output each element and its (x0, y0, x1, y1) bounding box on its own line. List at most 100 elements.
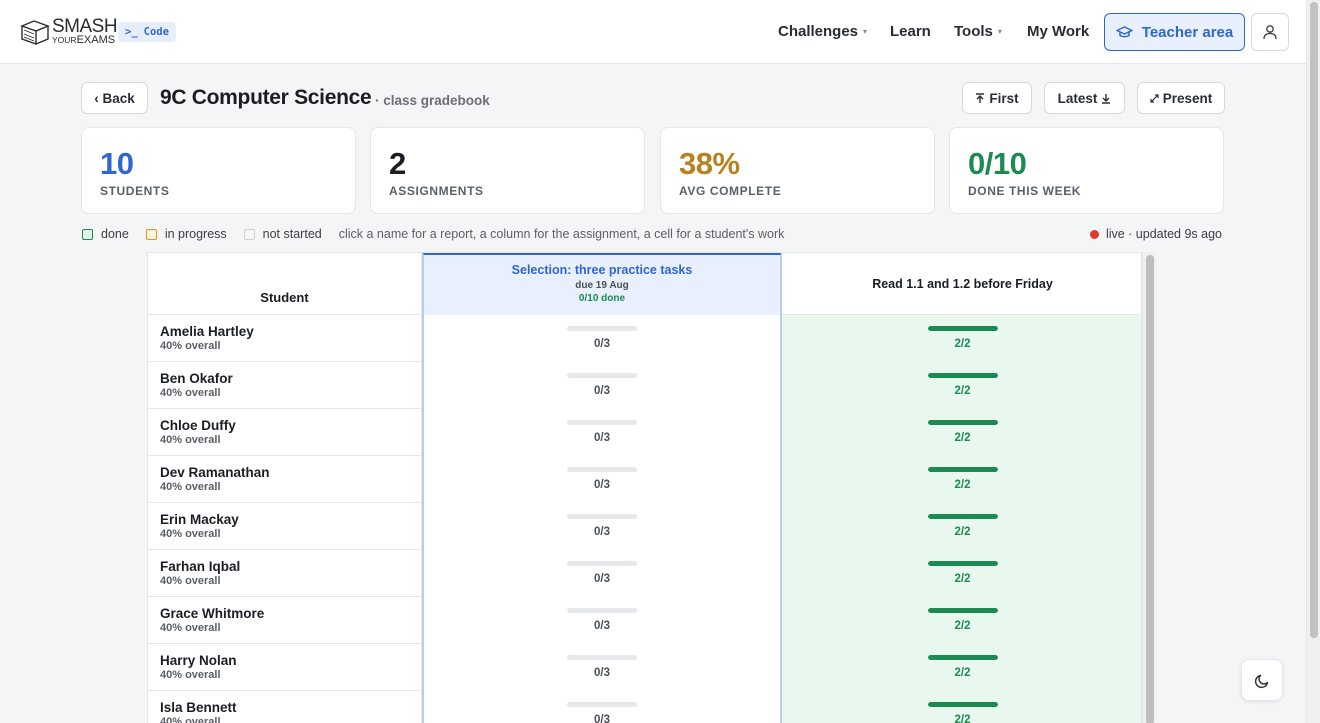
assignment-cell-1[interactable]: 0/3 (422, 691, 782, 723)
assignment-cell-1[interactable]: 0/3 (422, 644, 782, 691)
present-button[interactable]: Present (1137, 82, 1225, 114)
cell-progress-text: 0/3 (594, 714, 610, 723)
student-overall: 40% overall (160, 528, 221, 540)
latest-button-label: Latest (1057, 90, 1098, 106)
student-name: Harry Nolan (160, 653, 237, 668)
table-scrollbar-thumb[interactable] (1146, 255, 1154, 723)
theme-toggle-button[interactable] (1241, 659, 1283, 701)
arrow-to-bottom-icon (1102, 93, 1111, 104)
assignment-cell-1[interactable]: 0/3 (422, 315, 782, 362)
student-name-cell[interactable]: Amelia Hartley 40% overall (148, 315, 422, 362)
student-column-header: Student (148, 253, 422, 315)
graduation-cap-icon (1116, 25, 1133, 37)
table-row: Dev Ramanathan 40% overall 0/3 2/2 (148, 456, 1141, 503)
cell-progress-text: 2/2 (954, 526, 971, 538)
code-chip-label: Code (143, 26, 169, 38)
legend: done in progress not started click a nam… (82, 226, 784, 242)
assignment-cell-1[interactable]: 0/3 (422, 409, 782, 456)
table-row: Harry Nolan 40% overall 0/3 2/2 (148, 644, 1141, 691)
student-name-cell[interactable]: Erin Mackay 40% overall (148, 503, 422, 550)
assignment-cell-1[interactable]: 0/3 (422, 456, 782, 503)
student-name-cell[interactable]: Grace Whitmore 40% overall (148, 597, 422, 644)
nav-challenges[interactable]: Challenges ▾ (778, 23, 867, 40)
assignment-cell-2[interactable]: 2/2 (782, 691, 1141, 723)
expand-icon (1150, 93, 1159, 103)
moon-icon (1254, 674, 1268, 688)
nav-my-work[interactable]: My Work (1027, 23, 1089, 40)
cell-progress-text: 2/2 (954, 573, 971, 585)
student-name-cell[interactable]: Isla Bennett 40% overall (148, 691, 422, 723)
user-icon (1263, 25, 1277, 40)
progress-bar (927, 702, 998, 707)
back-button-label: ‹ Back (94, 90, 135, 106)
code-chip[interactable]: >_ Code (118, 22, 176, 42)
assignment-cell-2[interactable]: 2/2 (782, 456, 1141, 503)
logo[interactable]: SMASH YOUREXAMS (20, 16, 118, 46)
progress-bar-fill (927, 420, 998, 425)
assignment-cell-2[interactable]: 2/2 (782, 315, 1141, 362)
stat-label: DONE THIS WEEK (968, 184, 1082, 198)
latest-button[interactable]: Latest (1044, 82, 1125, 114)
assignment-cell-2[interactable]: 2/2 (782, 644, 1141, 691)
progress-bar (567, 561, 637, 566)
assignment-cell-2[interactable]: 2/2 (782, 362, 1141, 409)
assignment-cell-2[interactable]: 2/2 (782, 409, 1141, 456)
cell-progress-text: 0/3 (594, 620, 610, 632)
page-scrollbar[interactable] (1306, 0, 1320, 723)
stat-label: ASSIGNMENTS (389, 184, 484, 198)
progress-bar-fill (927, 561, 998, 566)
student-name: Grace Whitmore (160, 606, 265, 621)
assignment-cell-2[interactable]: 2/2 (782, 550, 1141, 597)
swatch-in-progress (145, 228, 157, 240)
student-overall: 40% overall (160, 669, 221, 681)
swatch-done (82, 228, 93, 240)
assignment-cell-2[interactable]: 2/2 (782, 597, 1141, 644)
progress-bar (927, 373, 998, 378)
back-button[interactable]: ‹ Back (81, 82, 148, 114)
assignment-title: Selection: three practice tasks (511, 263, 693, 277)
student-name-cell[interactable]: Dev Ramanathan 40% overall (148, 456, 422, 503)
stat-label: AVG COMPLETE (679, 184, 782, 198)
student-name-cell[interactable]: Chloe Duffy 40% overall (148, 409, 422, 456)
nav-my-work-label: My Work (1027, 23, 1090, 40)
nav-tools[interactable]: Tools ▾ (954, 23, 1002, 40)
student-name-cell[interactable]: Ben Okafor 40% overall (148, 362, 422, 409)
first-button-label: First (989, 90, 1019, 106)
progress-bar-fill (927, 702, 998, 707)
cell-progress-text: 2/2 (954, 620, 971, 632)
stat-value: 38% (679, 146, 740, 181)
progress-bar (567, 326, 637, 331)
assignment-cell-1[interactable]: 0/3 (422, 362, 782, 409)
student-name: Dev Ramanathan (160, 465, 270, 480)
assignment-title: Read 1.1 and 1.2 before Friday (872, 277, 1053, 291)
teacher-area-button[interactable]: Teacher area (1104, 13, 1245, 51)
cell-progress-text: 0/3 (594, 432, 610, 444)
first-button[interactable]: First (962, 82, 1032, 114)
progress-bar (927, 420, 998, 425)
student-name-cell[interactable]: Harry Nolan 40% overall (148, 644, 422, 691)
legend-in-progress-label: in progress (164, 227, 227, 241)
logo-line2-small: YOUR (52, 34, 77, 45)
assignment-cell-1[interactable]: 0/3 (422, 503, 782, 550)
student-name-cell[interactable]: Farhan Iqbal 40% overall (148, 550, 422, 597)
assignment-column-header-2[interactable]: Read 1.1 and 1.2 before Friday (782, 253, 1141, 315)
assignment-cell-1[interactable]: 0/3 (422, 550, 782, 597)
user-menu-button[interactable] (1251, 13, 1289, 51)
cell-progress-text: 0/3 (594, 385, 610, 397)
page-scrollbar-thumb[interactable] (1310, 2, 1318, 638)
nav-challenges-label: Challenges (778, 23, 859, 40)
assignment-cell-1[interactable]: 0/3 (422, 597, 782, 644)
progress-bar (927, 608, 998, 613)
progress-bar (927, 467, 998, 472)
books-icon (20, 20, 50, 45)
nav-learn[interactable]: Learn (890, 23, 931, 40)
progress-bar-fill (927, 467, 998, 472)
progress-bar-fill (927, 608, 998, 613)
table-scrollbar[interactable] (1142, 252, 1156, 723)
assignment-due: due 19 Aug (575, 280, 629, 291)
table-row: Chloe Duffy 40% overall 0/3 2/2 (148, 409, 1141, 456)
page-title: 9C Computer Science (160, 86, 372, 109)
assignment-column-header-1[interactable]: Selection: three practice tasks due 19 A… (422, 253, 782, 315)
table-header: Student Selection: three practice tasks … (148, 253, 1141, 315)
assignment-cell-2[interactable]: 2/2 (782, 503, 1141, 550)
